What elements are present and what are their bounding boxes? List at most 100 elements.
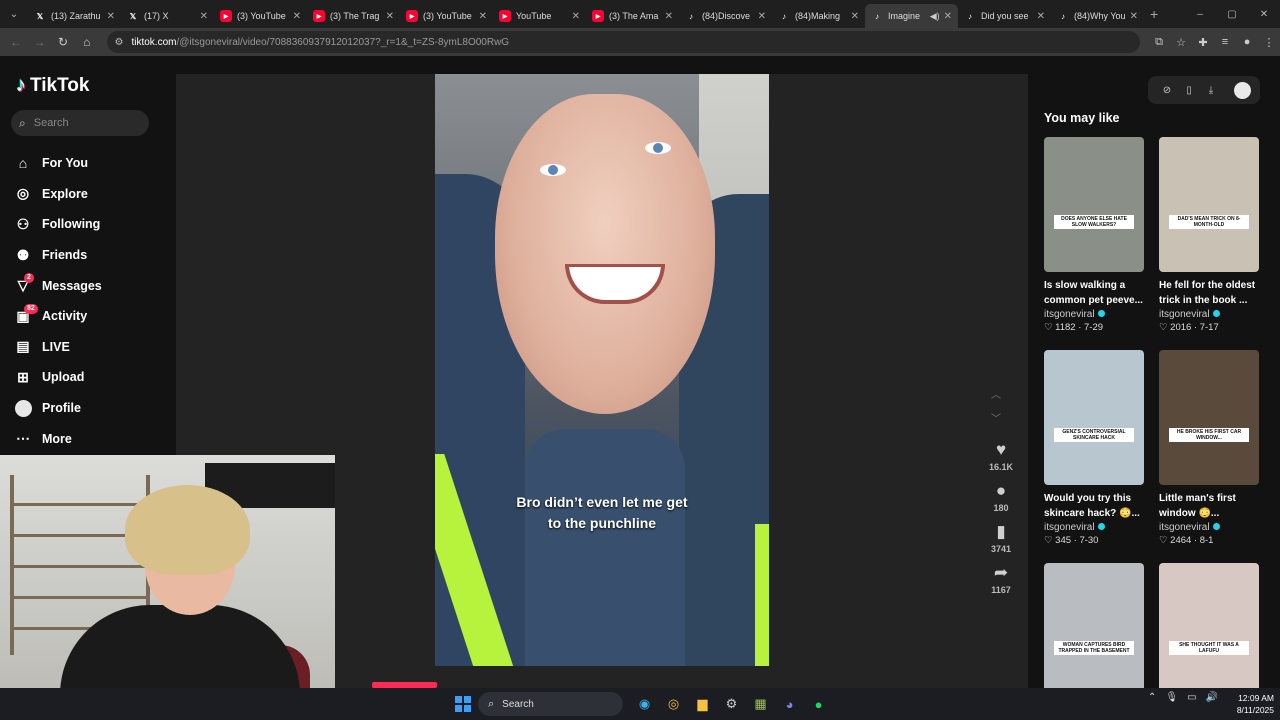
bookmark-star-icon[interactable]: ☆ (1170, 36, 1192, 49)
tab-close-icon[interactable]: ✕ (851, 11, 859, 22)
browser-tab[interactable]: ▶ (3) YouTube ✕ (214, 4, 307, 28)
new-tab-button[interactable]: + (1150, 6, 1158, 22)
browser-tab[interactable]: 𝕏 (13) Zarathu ✕ (28, 4, 121, 28)
search-input[interactable]: ⌕ Search (11, 110, 149, 136)
address-bar[interactable]: ⚙ tiktok.com/@itsgoneviral/video/7088360… (106, 31, 1141, 53)
sidebar-item-messages[interactable]: ▽ 2 Messages (14, 270, 102, 301)
forward-icon[interactable]: → (28, 35, 52, 49)
display-icon[interactable]: ▭ (1187, 692, 1196, 703)
sidebar-item-upload[interactable]: ⊞ Upload (14, 362, 102, 393)
browser-tab[interactable]: ♪ Did you see ✕ (958, 4, 1051, 28)
video-thumbnail[interactable]: DOES ANYONE ELSE HATE SLOW WALKERS? (1044, 137, 1144, 272)
back-icon[interactable]: ← (4, 35, 28, 49)
sidebar-item-friends[interactable]: ⚉ Friends (14, 240, 102, 271)
share-button[interactable]: ➦ 1167 (979, 563, 1023, 595)
recommended-video-card[interactable]: DAD'S MEAN TRICK ON 8-MONTH-OLD He fell f… (1159, 137, 1259, 333)
sidebar-item-live[interactable]: ▤ LIVE (14, 332, 102, 363)
video-title[interactable]: Would you try this skincare hack? 😳... (1044, 492, 1144, 521)
video-author[interactable]: itsgoneviral (1044, 522, 1144, 533)
tab-close-icon[interactable]: ✕ (107, 11, 115, 22)
video-author[interactable]: itsgoneviral (1044, 309, 1144, 320)
reload-icon[interactable]: ↻ (51, 35, 75, 49)
tiktok-logo[interactable]: ♪ TikTok (16, 74, 89, 97)
video-player[interactable]: Bro didn’t even let me get to the punchl… (435, 74, 769, 666)
video-thumbnail[interactable]: SHE THOUGHT IT WAS A LAFUFU (1159, 563, 1259, 698)
menu-icon[interactable]: ⋮ (1258, 36, 1280, 49)
next-video-icon[interactable]: ﹀ (991, 408, 1001, 432)
sidebar-item-for-you[interactable]: ⌂ For You (14, 148, 102, 179)
game-icon[interactable]: ▦ (746, 694, 775, 714)
site-info-icon[interactable]: ⚙ (115, 37, 124, 48)
tab-close-icon[interactable]: ✕ (572, 11, 580, 22)
file-explorer-icon[interactable]: ▆ (688, 694, 717, 714)
save-button[interactable]: ▮ 3741 (979, 522, 1023, 554)
browser-tab[interactable]: ♪ (84)Making ✕ (772, 4, 865, 28)
video-title[interactable]: Little man's first window 😳... (1159, 492, 1259, 521)
prev-video-icon[interactable]: ︿ (991, 384, 1001, 408)
close-window-icon[interactable]: ✕ (1248, 9, 1280, 20)
video-title[interactable]: Is slow walking a common pet peeve... (1044, 279, 1144, 308)
tab-close-icon[interactable]: ✕ (944, 11, 952, 22)
browser-tab[interactable]: ♪ (84)Why You ✕ (1051, 4, 1144, 28)
volume-icon[interactable]: 🔊 (1206, 692, 1218, 703)
cast-icon[interactable]: ⧉ (1148, 36, 1170, 49)
tab-close-icon[interactable]: ✕ (1130, 11, 1138, 22)
browser-tab[interactable]: ▶ (3) The Trag ✕ (307, 4, 400, 28)
tab-close-icon[interactable]: ✕ (293, 11, 301, 22)
sidebar-item-profile[interactable]: Profile (14, 393, 102, 424)
recommended-video-card[interactable]: SHE THOUGHT IT WAS A LAFUFU (1159, 563, 1259, 698)
video-author[interactable]: itsgoneviral (1159, 309, 1259, 320)
tab-close-icon[interactable]: ✕ (386, 11, 394, 22)
sidebar-item-more[interactable]: ⋯ More (14, 423, 102, 454)
browser-tab[interactable]: ▶ (3) YouTube ✕ (400, 4, 493, 28)
chrome-icon[interactable]: ◎ (659, 694, 688, 714)
clock[interactable]: 12:09 AM 8/11/2025 (1228, 692, 1274, 716)
recommended-video-card[interactable]: WOMAN CAPTURES BIRD TRAPPED IN THE BASEM… (1044, 563, 1144, 698)
video-thumbnail[interactable]: HE BROKE HIS FIRST CAR WINDOW... (1159, 350, 1259, 485)
tab-search-icon[interactable]: ⌄ (0, 0, 28, 28)
tab-audio-icon[interactable]: ◀) (930, 11, 940, 22)
recommended-video-card[interactable]: GENZ'S CONTROVERSIAL SKINCARE HACK Would … (1044, 350, 1144, 546)
tab-close-icon[interactable]: ✕ (479, 11, 487, 22)
like-button[interactable]: ♥ 16.1K (979, 440, 1023, 472)
tab-close-icon[interactable]: ✕ (758, 11, 766, 22)
settings-icon[interactable]: ⚙ (717, 694, 746, 714)
device-icon[interactable]: ▯ (1178, 85, 1200, 96)
maximize-icon[interactable]: ▢ (1216, 9, 1248, 20)
video-title[interactable]: He fell for the oldest trick in the book… (1159, 279, 1259, 308)
taskbar-search[interactable]: ⌕ Search (478, 692, 623, 716)
profile-avatar-icon[interactable]: ● (1236, 36, 1258, 49)
tray-expand-icon[interactable]: ⌃ (1148, 692, 1156, 703)
sidebar-item-explore[interactable]: ◎ Explore (14, 179, 102, 210)
media-icon[interactable]: ≡ (1214, 36, 1236, 49)
windows-start-icon[interactable] (455, 696, 471, 712)
video-thumbnail[interactable]: GENZ'S CONTROVERSIAL SKINCARE HACK (1044, 350, 1144, 485)
extensions-icon[interactable]: ✚ (1192, 36, 1214, 49)
like-count: 16.1K (988, 462, 1014, 472)
video-author[interactable]: itsgoneviral (1159, 522, 1259, 533)
spotify-icon[interactable]: ● (804, 694, 833, 714)
sidebar-item-following[interactable]: ⚇ Following (14, 209, 102, 240)
tab-close-icon[interactable]: ✕ (665, 11, 673, 22)
tab-close-icon[interactable]: ✕ (200, 11, 208, 22)
edge-icon[interactable]: ◉ (630, 694, 659, 714)
video-thumbnail[interactable]: WOMAN CAPTURES BIRD TRAPPED IN THE BASEM… (1044, 563, 1144, 698)
comment-button[interactable]: ● 180 (979, 481, 1023, 513)
sidebar-item-activity[interactable]: ▣ 82 Activity (14, 301, 102, 332)
download-icon[interactable]: ⤓ (1200, 85, 1222, 96)
recommended-video-card[interactable]: HE BROKE HIS FIRST CAR WINDOW... Little m… (1159, 350, 1259, 546)
browser-tab[interactable]: ♪ Imagine ◀) ✕ (865, 4, 958, 28)
discord-icon[interactable]: ◕ (775, 694, 804, 714)
tab-close-icon[interactable]: ✕ (1037, 11, 1045, 22)
user-avatar[interactable] (1234, 81, 1251, 99)
video-thumbnail[interactable]: DAD'S MEAN TRICK ON 8-MONTH-OLD (1159, 137, 1259, 272)
browser-tab[interactable]: ♪ (84)Discove ✕ (679, 4, 772, 28)
microphone-icon[interactable]: 🎙 (1165, 692, 1178, 703)
minimize-icon[interactable]: – (1184, 9, 1216, 20)
browser-tab[interactable]: ▶ (3) The Ama ✕ (586, 4, 679, 28)
recommended-video-card[interactable]: DOES ANYONE ELSE HATE SLOW WALKERS? Is sl… (1044, 137, 1144, 333)
coin-icon[interactable]: ⊘ (1156, 85, 1178, 96)
home-icon[interactable]: ⌂ (75, 35, 99, 49)
browser-tab[interactable]: 𝕏 (17) X ✕ (121, 4, 214, 28)
browser-tab[interactable]: ▶ YouTube ✕ (493, 4, 586, 28)
